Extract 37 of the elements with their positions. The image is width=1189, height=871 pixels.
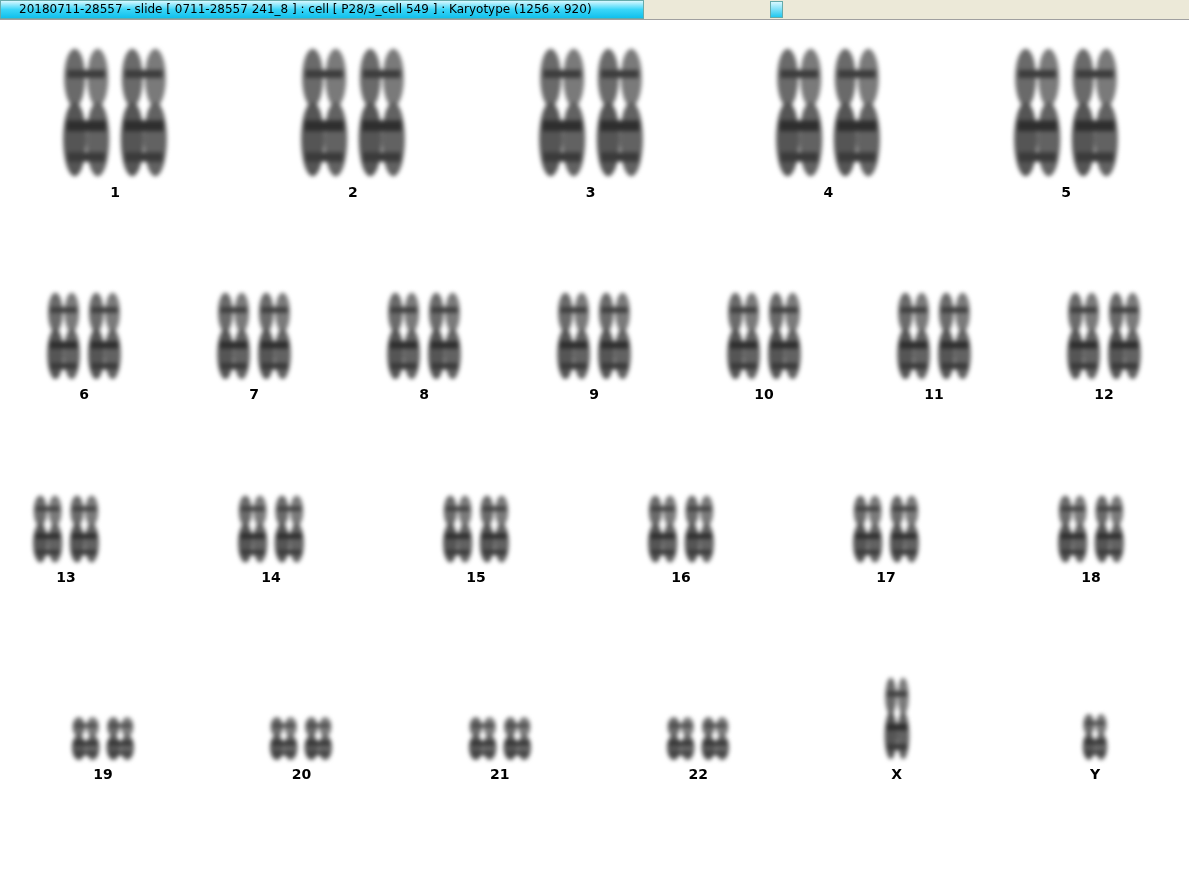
chromosome-label: 16 — [671, 569, 691, 585]
chromosome-label: 6 — [79, 386, 89, 402]
chromosome-drawing — [466, 716, 533, 761]
chromosome-label: 3 — [585, 184, 596, 200]
chromosome-label: 5 — [1061, 184, 1071, 200]
chromosome-label: 20 — [291, 766, 312, 782]
chromosome-label: 21 — [490, 766, 510, 782]
chromosome-label: X — [891, 766, 902, 782]
chromosome-drawing — [268, 716, 335, 761]
title-bar-segment — [770, 1, 783, 18]
chromosome-label: 4 — [823, 184, 834, 200]
chromosome-label: 18 — [1081, 569, 1101, 585]
chromosome-drawing — [646, 494, 716, 564]
chromosome-label: 17 — [876, 569, 896, 585]
chromosome-label: 19 — [93, 766, 113, 782]
chromosome-label: 1 — [110, 184, 120, 200]
chromosome-label: 9 — [589, 386, 599, 402]
chromosome-label: 10 — [754, 386, 774, 402]
window-title: 20180711-28557 - slide [ 0711-28557 241_8 ] : cell [ P28/3_cell 549 ] : Karyotype (1256 x 920) — [0, 0, 644, 19]
chromosome-label: 7 — [249, 386, 259, 402]
chromosome-drawing — [31, 494, 101, 564]
chromosome-label: 8 — [419, 386, 429, 402]
chromosome-label: 13 — [56, 569, 76, 585]
chromosome-label: Y — [1089, 766, 1100, 782]
chromosome-label: 14 — [261, 569, 281, 585]
chromosome-label: 2 — [347, 184, 358, 200]
chromosome-drawing — [70, 716, 136, 761]
chromosome-drawing — [1080, 713, 1109, 761]
chromosome-label: 22 — [688, 766, 708, 782]
chromosome-drawing — [236, 494, 306, 564]
chromosome-drawing — [851, 494, 921, 564]
chromosome-label: 11 — [924, 386, 944, 402]
chromosome-drawing — [1056, 494, 1126, 564]
chromosome-label: 12 — [1094, 386, 1114, 402]
chromosome-drawing — [665, 716, 732, 761]
chromosome-label: 15 — [466, 569, 486, 585]
chromosome-drawing — [441, 494, 511, 564]
